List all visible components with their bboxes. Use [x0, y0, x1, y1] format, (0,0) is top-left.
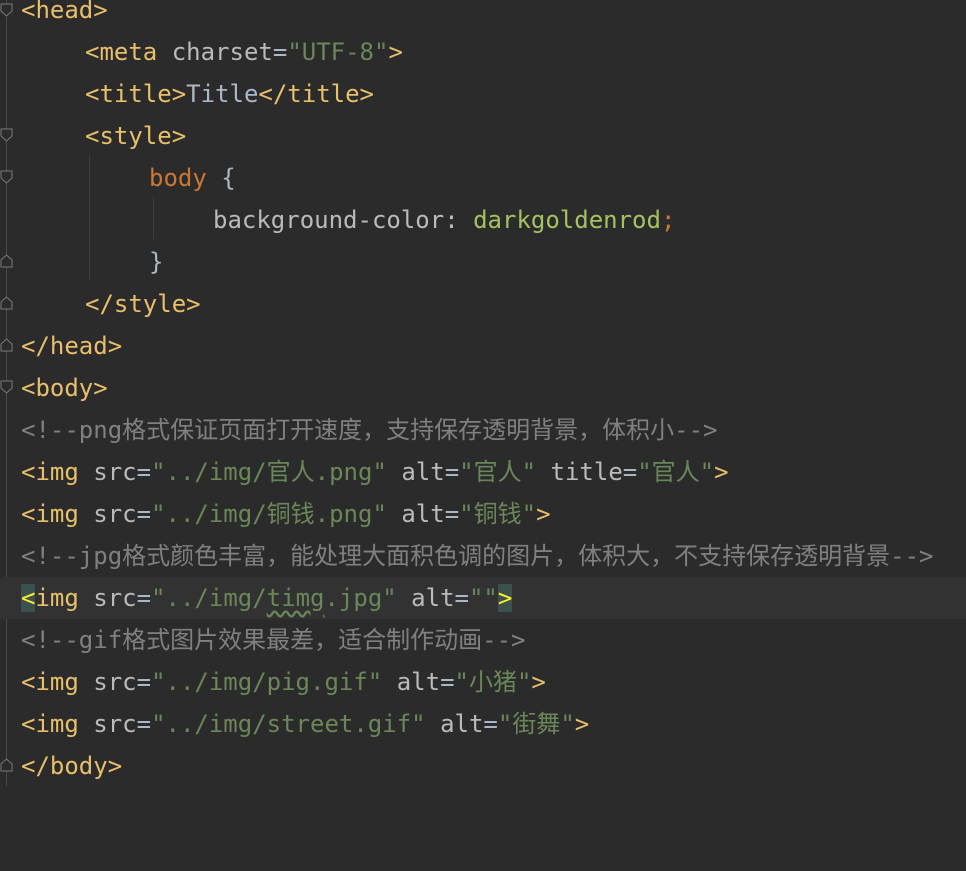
img-tag: <img — [21, 500, 79, 528]
code-line[interactable]: <!--png格式保证页面打开速度，支持保存透明背景，体积小--> — [0, 409, 966, 451]
img-tag: img — [35, 584, 79, 612]
tag-close-bracket-match: > — [497, 584, 513, 612]
alt-attr: alt — [396, 668, 441, 696]
alt-value: "" — [468, 584, 498, 612]
src-value-prefix: "../img/ — [151, 584, 267, 612]
src-attr: src — [93, 668, 137, 696]
code-line[interactable]: body { — [0, 157, 966, 199]
code-line[interactable]: <img src="../img/铜钱.png" alt="铜钱"> — [0, 493, 966, 535]
alt-attr: alt — [401, 458, 445, 486]
alt-value: "官人" — [459, 458, 537, 486]
alt-attr: alt — [440, 710, 484, 738]
tag-close-bracket: > — [388, 38, 403, 66]
code-line[interactable]: <img src="../img/pig.gif" alt="小猪"> — [0, 661, 966, 703]
src-value: "../img/street.gif" — [151, 710, 426, 738]
tag-open-bracket-match: < — [21, 584, 36, 612]
src-attr: src — [93, 458, 137, 486]
meta-charset-value: "UTF-8" — [287, 38, 389, 66]
code-line[interactable]: </head> — [0, 325, 966, 367]
alt-attr: alt — [411, 584, 455, 612]
code-line[interactable]: <body> — [0, 367, 966, 409]
code-line[interactable]: background-color: darkgoldenrod; — [0, 199, 966, 241]
comment-png: <!--png格式保证页面打开速度，支持保存透明背景，体积小--> — [21, 416, 718, 444]
code-line[interactable]: </body> — [0, 745, 966, 787]
body-open-tag: <body> — [21, 374, 108, 402]
css-property: background-color: — [213, 206, 459, 234]
tag-close-bracket: > — [714, 458, 729, 486]
css-brace-open: { — [221, 164, 236, 192]
body-close-tag: </body> — [21, 752, 123, 780]
tag-close-bracket: > — [574, 710, 590, 738]
head-open-tag: <head> — [21, 0, 108, 24]
alt-value: "小猪" — [454, 668, 532, 696]
title-value: "官人" — [637, 458, 715, 486]
alt-value: "铜钱" — [459, 500, 537, 528]
img-tag: <img — [21, 710, 79, 738]
src-value: "../img/pig.gif" — [151, 668, 383, 696]
style-open-tag: <style> — [85, 122, 187, 150]
code-line[interactable]: <img src="../img/官人.png" alt="官人" title=… — [0, 451, 966, 493]
tag-close-bracket: > — [536, 500, 551, 528]
img-tag: <img — [21, 668, 79, 696]
code-editor[interactable]: <head> <meta charset="UTF-8"> <title>Tit… — [0, 0, 966, 786]
css-value: darkgoldenrod — [473, 206, 661, 234]
code-line[interactable]: } — [0, 241, 966, 283]
equals-sign: = — [272, 38, 288, 66]
src-attr: src — [93, 500, 137, 528]
code-line[interactable]: <head> — [0, 0, 966, 31]
spelling-warning[interactable]: timg — [267, 584, 325, 612]
meta-tag: <meta — [85, 38, 158, 66]
title-close-tag: </title> — [258, 80, 374, 108]
code-line[interactable]: </style> — [0, 283, 966, 325]
alt-value: "街舞" — [497, 710, 575, 738]
style-close-tag: </style> — [85, 290, 201, 318]
code-line[interactable]: <meta charset="UTF-8"> — [0, 31, 966, 73]
alt-attr: alt — [401, 500, 445, 528]
src-attr: src — [93, 710, 137, 738]
comment-jpg: <!--jpg格式颜色丰富，能处理大面积色调的图片，体积大，不支持保存透明背景-… — [21, 542, 934, 570]
img-tag: <img — [21, 458, 79, 486]
code-line[interactable]: <!--gif格式图片效果最差，适合制作动画--> — [0, 619, 966, 661]
tag-close-bracket: > — [531, 668, 546, 696]
css-semicolon: ; — [660, 206, 676, 234]
src-attr: src — [93, 584, 137, 612]
code-line[interactable]: <style> — [0, 115, 966, 157]
comment-gif: <!--gif格式图片效果最差，适合制作动画--> — [21, 626, 526, 654]
code-line[interactable]: <title>Title</title> — [0, 73, 966, 115]
code-line[interactable]: <!--jpg格式颜色丰富，能处理大面积色调的图片，体积大，不支持保存透明背景-… — [0, 535, 966, 577]
src-value: "../img/铜钱.png" — [151, 500, 387, 528]
meta-charset-attr: charset — [171, 38, 273, 66]
css-brace-close: } — [149, 248, 164, 276]
code-line[interactable]: <img src="../img/street.gif" alt="街舞"> — [0, 703, 966, 745]
title-text: Title — [186, 80, 259, 108]
src-value-suffix: .jpg" — [324, 584, 397, 612]
title-open-tag: <title> — [85, 80, 187, 108]
title-attr: title — [550, 458, 623, 486]
css-selector: body — [149, 164, 207, 192]
current-code-line[interactable]: <img src="../img/timg.jpg" alt=""> — [0, 577, 966, 619]
src-value: "../img/官人.png" — [151, 458, 387, 486]
head-close-tag: </head> — [21, 332, 123, 360]
